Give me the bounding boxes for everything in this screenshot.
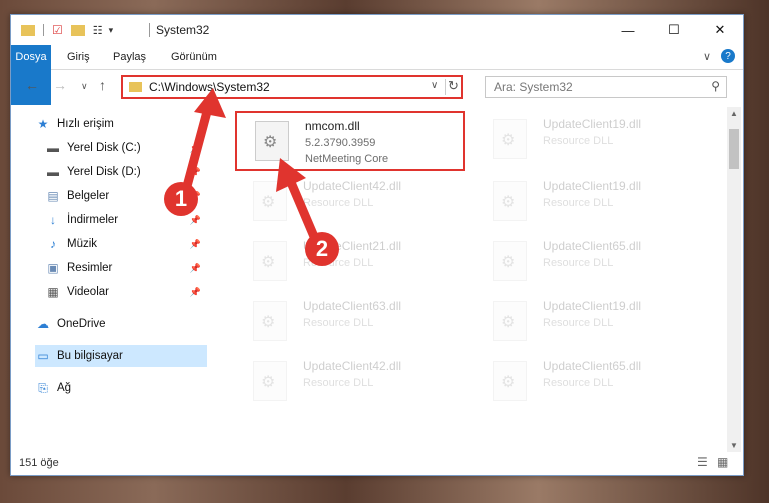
arrow-to-address-bar <box>181 88 226 195</box>
annotation-arrows <box>181 88 323 251</box>
step-2-badge: 2 <box>305 232 339 266</box>
step-1-badge: 1 <box>164 182 198 216</box>
arrow-to-file <box>276 158 323 251</box>
